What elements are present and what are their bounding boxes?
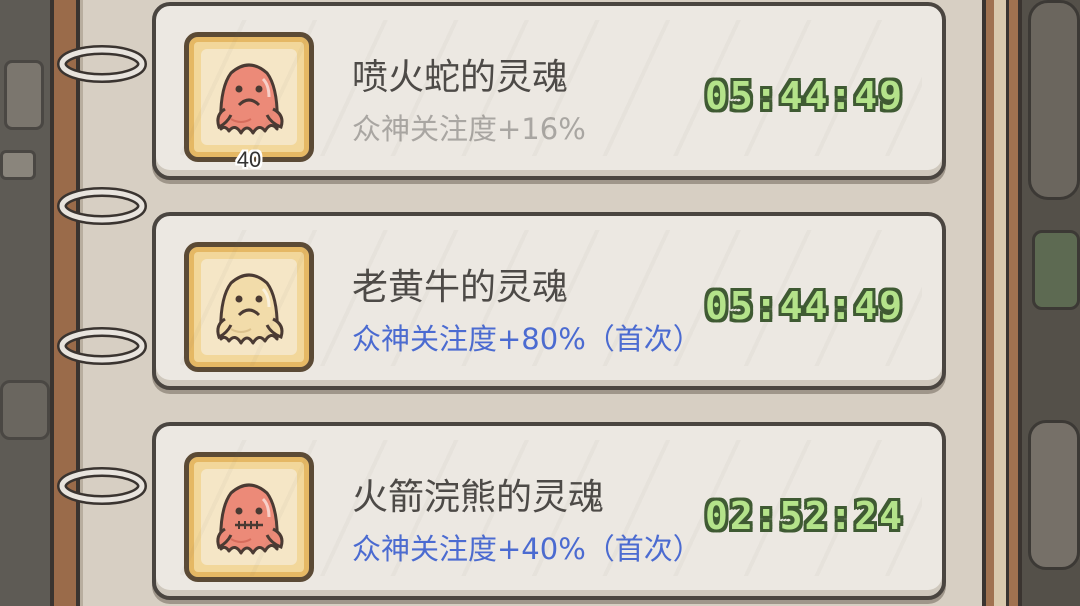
binder-ring-icon (57, 467, 147, 505)
soul-count-badge: 40 (236, 147, 262, 172)
background-decoration (1032, 230, 1080, 310)
background-decoration (1028, 0, 1080, 200)
stitched-red-ghost-icon (216, 483, 284, 555)
soul-icon-frame: 40 (184, 32, 314, 172)
soul-bonus: 众神关注度+40%（首次） (352, 532, 702, 566)
soul-bonus: 众神关注度+16% (352, 112, 586, 146)
background-decoration (0, 150, 36, 180)
soul-bonus: 众神关注度+80%（首次） (352, 322, 702, 356)
soul-card[interactable]: 老黄牛的灵魂 众神关注度+80%（首次） 05:44:49 (152, 212, 946, 390)
book-spine (50, 0, 80, 606)
background-decoration (1028, 420, 1080, 570)
soul-card[interactable]: 40 喷火蛇的灵魂 众神关注度+16% 05:44:49 (152, 2, 946, 180)
soul-timer: 05:44:49 (704, 74, 904, 118)
binder-ring-icon (57, 45, 147, 83)
background-decoration (0, 380, 50, 440)
red-ghost-icon (216, 63, 284, 135)
binder-ring-icon (57, 187, 147, 225)
soul-name: 老黄牛的灵魂 (352, 267, 569, 308)
book-right-edge (982, 0, 1022, 606)
soul-timer: 05:44:49 (704, 284, 904, 328)
soul-icon-frame (184, 452, 314, 582)
soul-icon-frame (184, 242, 314, 372)
cream-ghost-icon (216, 273, 284, 345)
soul-name: 喷火蛇的灵魂 (352, 57, 569, 98)
soul-card[interactable]: 火箭浣熊的灵魂 众神关注度+40%（首次） 02:52:24 (152, 422, 946, 600)
soul-name: 火箭浣熊的灵魂 (352, 477, 605, 518)
background-right (1022, 0, 1080, 606)
background-decoration (4, 60, 44, 130)
soul-timer: 02:52:24 (704, 494, 904, 538)
binder-ring-icon (57, 327, 147, 365)
